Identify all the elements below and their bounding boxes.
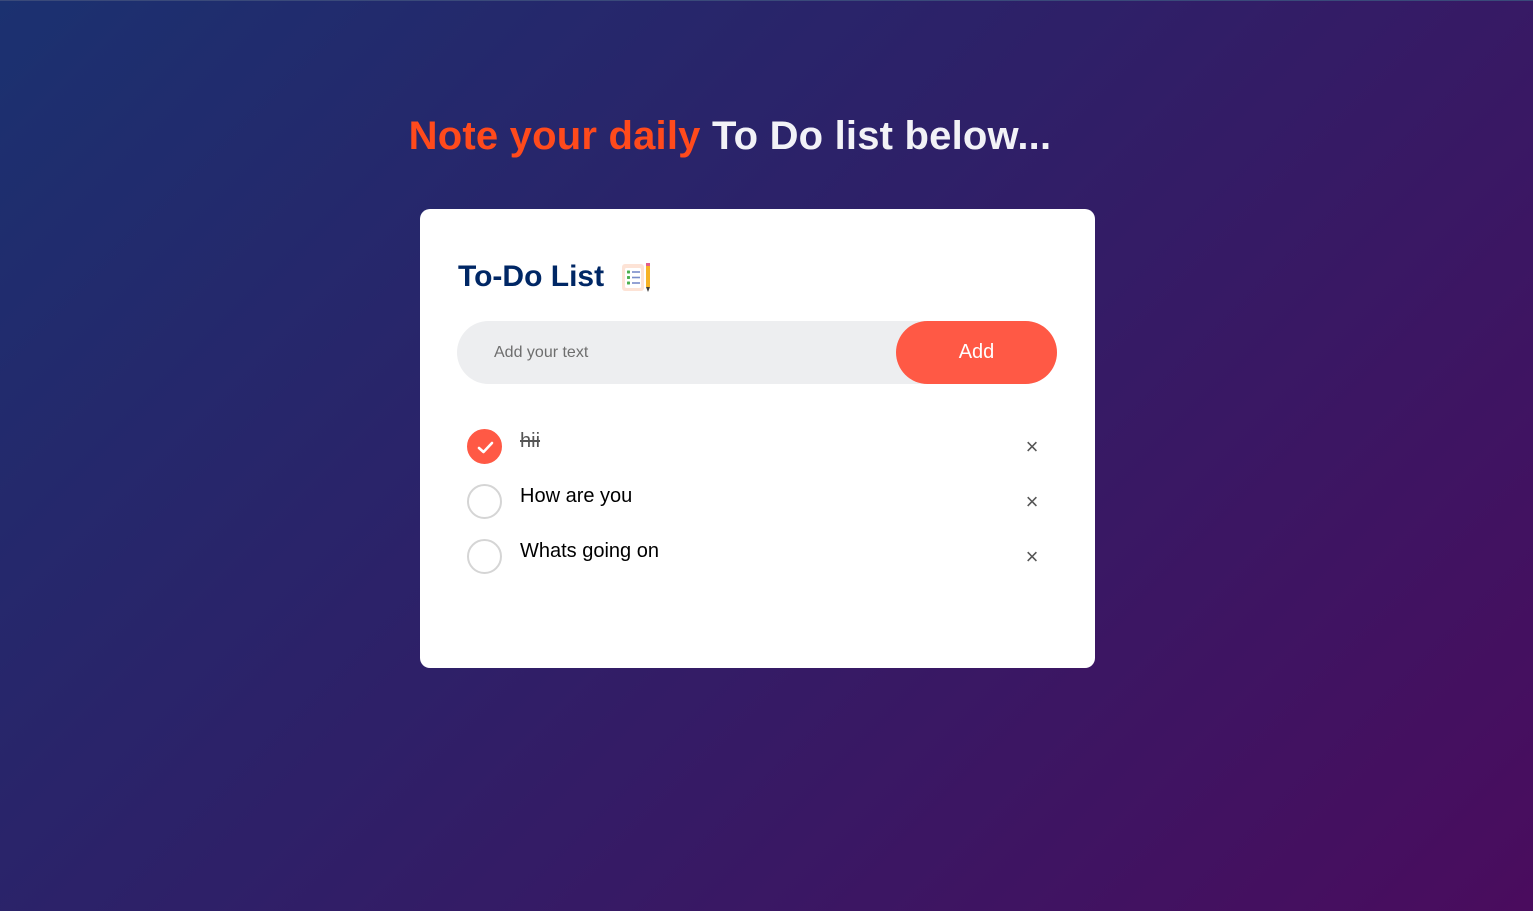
card-title-text: To-Do List — [458, 260, 605, 293]
remove-task-icon[interactable]: × — [1017, 542, 1047, 572]
task-text: Whats going on — [520, 540, 659, 562]
task-checkbox-checked[interactable] — [467, 429, 502, 464]
task-checkbox[interactable] — [467, 539, 502, 574]
headline-accent: Note your daily — [408, 114, 701, 158]
task-input[interactable] — [457, 320, 896, 385]
task-text: How are you — [520, 485, 633, 507]
add-task-row: Add — [457, 320, 1057, 385]
task-item[interactable]: How are you × — [467, 484, 1047, 539]
todo-card: To-Do List Add your text Add hii × How a… — [420, 209, 1095, 668]
notepad-checklist-icon — [618, 259, 654, 295]
add-button[interactable]: Add — [896, 321, 1057, 384]
checkmark-icon — [477, 441, 494, 454]
card-title: To-Do List — [458, 257, 654, 297]
task-list: hii × How are you × Whats going on × — [467, 429, 1047, 594]
remove-task-icon[interactable]: × — [1017, 487, 1047, 517]
task-item[interactable]: hii × — [467, 429, 1047, 484]
top-border — [0, 0, 1533, 1]
task-text: hii — [520, 430, 541, 452]
headline-rest: To Do list below... — [711, 114, 1052, 158]
task-checkbox[interactable] — [467, 484, 502, 519]
remove-task-icon[interactable]: × — [1017, 432, 1047, 462]
page-headline: Note your daily To Do list below... — [0, 112, 1460, 160]
task-item[interactable]: Whats going on × — [467, 539, 1047, 594]
